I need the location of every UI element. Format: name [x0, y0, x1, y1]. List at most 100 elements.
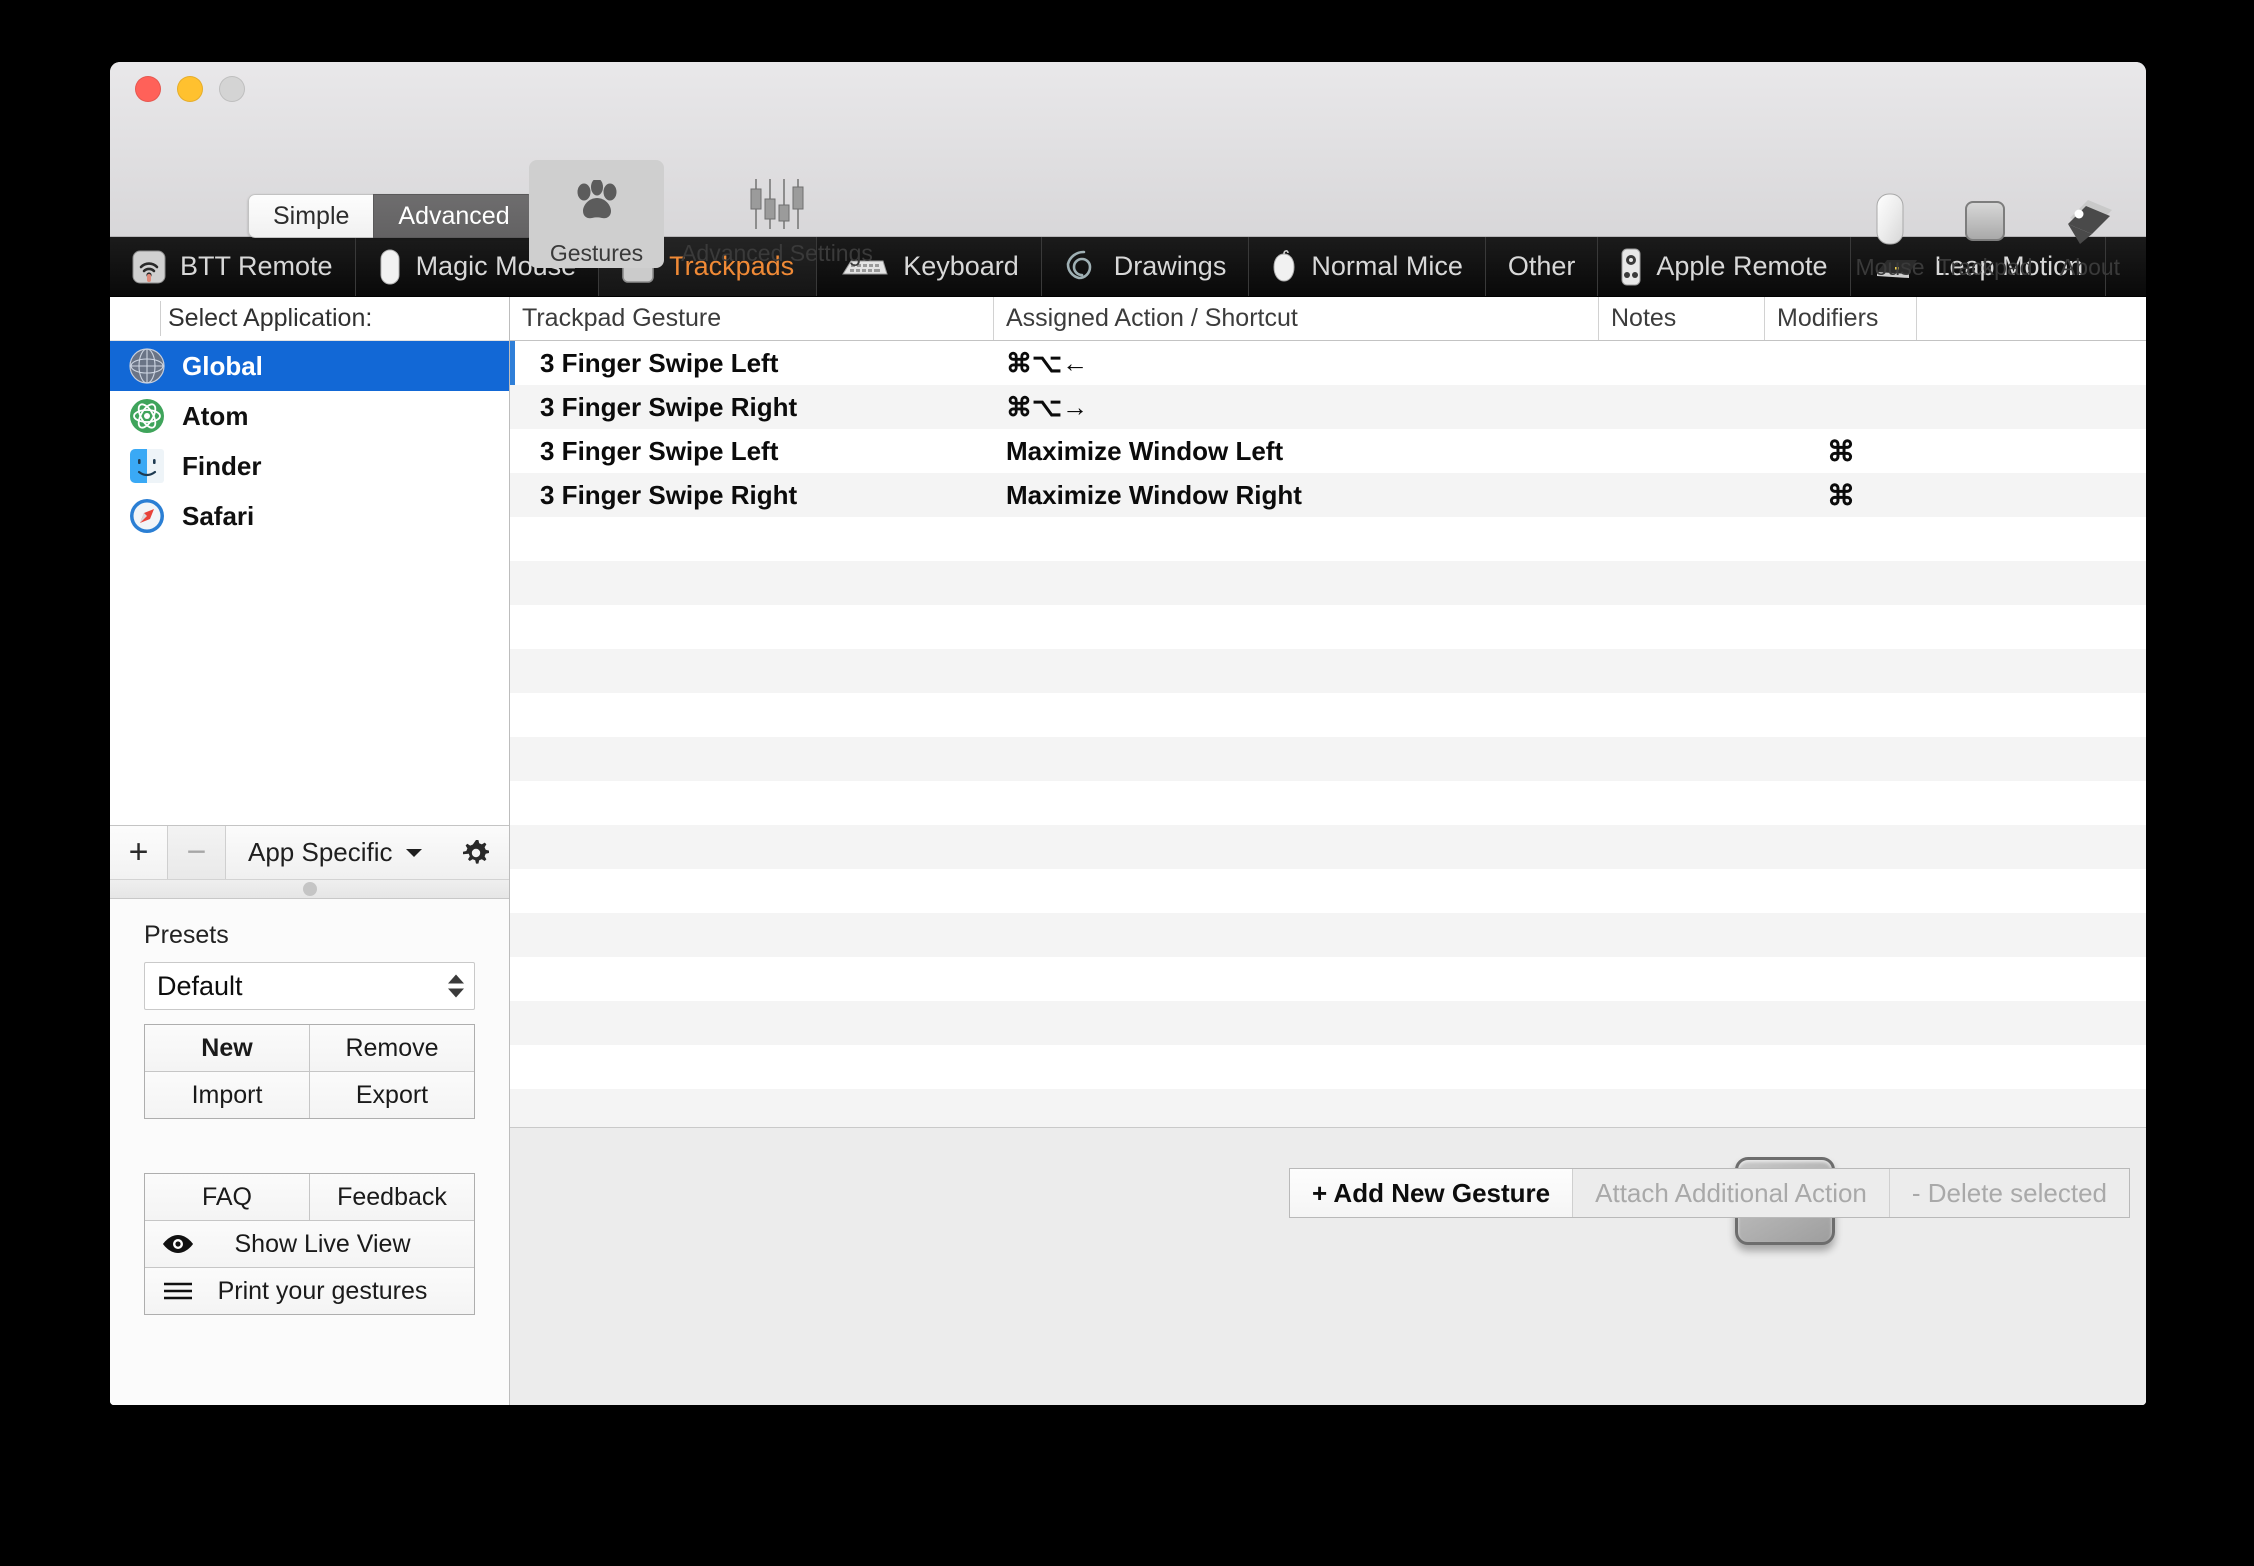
add-new-gesture-button[interactable]: + Add New Gesture: [1289, 1169, 1573, 1217]
cell-notes: [1599, 473, 1765, 517]
magic-mouse-icon: [1870, 184, 1910, 250]
mouse-icon: [1271, 248, 1297, 286]
preset-new-button[interactable]: New: [145, 1025, 309, 1071]
column-header-modifiers[interactable]: Modifiers: [1765, 297, 1917, 340]
preset-remove-button[interactable]: Remove: [309, 1025, 474, 1071]
mode-segmented-control[interactable]: Simple Advanced: [248, 194, 535, 238]
cell-gesture: 3 Finger Swipe Left: [540, 435, 779, 466]
table-row-empty[interactable]: [510, 825, 2146, 869]
sidebar-item-atom[interactable]: Atom: [110, 391, 509, 441]
table-row-empty[interactable]: [510, 1001, 2146, 1045]
scope-dropdown-label: App Specific: [248, 837, 393, 867]
sidebar-item-safari[interactable]: Safari: [110, 491, 509, 541]
cell-extra: [1917, 341, 2146, 385]
cell-modifiers: ⌘: [1827, 435, 1855, 467]
sidebar-panel: Presets Default New Remove Import Export: [110, 899, 509, 1405]
toolbar-item-trackpad-label: Trackpad: [1937, 254, 2033, 280]
table-row-empty[interactable]: [510, 869, 2146, 913]
scope-dropdown[interactable]: App Specific: [226, 826, 443, 879]
table-row-empty[interactable]: [510, 957, 2146, 1001]
presets-select-value: Default: [157, 970, 243, 1001]
sidebar-splitter[interactable]: [110, 879, 509, 899]
cell-modifiers: [1765, 385, 1917, 429]
table-row-empty[interactable]: [510, 517, 2146, 561]
table-body[interactable]: 3 Finger Swipe Left ⌘⌥← 3 Finger Swipe R…: [510, 341, 2146, 1405]
sidebar-item-safari-label: Safari: [182, 500, 255, 531]
toolbar-item-advanced-settings-label: Advanced Settings: [681, 240, 873, 266]
table-row-empty[interactable]: [510, 1045, 2146, 1089]
toolbar-item-news[interactable]: News: [2130, 184, 2146, 281]
toolbar-item-trackpad[interactable]: Trackpad: [1930, 184, 2040, 281]
close-button[interactable]: [135, 76, 161, 102]
table-row-empty[interactable]: [510, 649, 2146, 693]
presets-select[interactable]: Default: [144, 962, 475, 1010]
toolbar-item-mouse-label: Mouse: [1855, 254, 1925, 280]
tab-btt-remote[interactable]: BTT Remote: [110, 237, 356, 296]
column-header-action[interactable]: Assigned Action / Shortcut: [994, 297, 1599, 340]
column-header-extra[interactable]: [1917, 297, 2146, 340]
column-header-notes[interactable]: Notes: [1599, 297, 1765, 340]
sidebar-item-global[interactable]: Global: [110, 341, 509, 391]
spiral-icon: [1064, 249, 1100, 285]
column-header-gesture[interactable]: Trackpad Gesture: [510, 297, 994, 340]
zoom-button[interactable]: [219, 76, 245, 102]
trackpad-icon: [1960, 184, 2010, 250]
table-row[interactable]: 3 Finger Swipe Right ⌘⌥→: [510, 385, 2146, 429]
mode-advanced-button[interactable]: Advanced: [373, 194, 535, 238]
sidebar-toolbar: + − App Specific: [110, 825, 509, 879]
finder-icon: [128, 447, 166, 485]
print-gestures-button[interactable]: Print your gestures: [145, 1268, 474, 1314]
minimize-button[interactable]: [177, 76, 203, 102]
table-row-empty[interactable]: [510, 781, 2146, 825]
tag-icon: [2062, 184, 2118, 250]
toolbar-item-mouse[interactable]: Mouse: [1835, 184, 1945, 281]
app-window: Simple Advanced Gestures Advanced Settin…: [110, 62, 2146, 1405]
show-live-view-button[interactable]: Show Live View: [145, 1221, 474, 1267]
cell-extra: [1917, 429, 2146, 473]
toolbar-item-gestures[interactable]: Gestures: [529, 160, 664, 268]
magic-mouse-icon: [378, 248, 402, 286]
cell-action: ⌘⌥←: [1006, 347, 1088, 378]
tab-btt-remote-label: BTT Remote: [180, 251, 333, 281]
faq-button[interactable]: FAQ: [145, 1174, 309, 1220]
remove-application-button[interactable]: −: [168, 826, 226, 879]
sidebar-item-global-label: Global: [182, 350, 263, 381]
delete-selected-button[interactable]: - Delete selected: [1888, 1169, 2129, 1217]
application-list[interactable]: Global Atom Finder Safari: [110, 341, 509, 825]
presets-title: Presets: [144, 921, 229, 949]
table-row-empty[interactable]: [510, 693, 2146, 737]
splitter-knob[interactable]: [302, 882, 317, 896]
settings-gear-button[interactable]: [443, 826, 509, 879]
attach-additional-action-button[interactable]: Attach Additional Action: [1572, 1169, 1889, 1217]
tab-drawings[interactable]: Drawings: [1042, 237, 1250, 296]
globe-icon: [128, 347, 166, 385]
table-row-empty[interactable]: [510, 605, 2146, 649]
table-row[interactable]: 3 Finger Swipe Left Maximize Window Left…: [510, 429, 2146, 473]
mode-simple-button[interactable]: Simple: [248, 194, 374, 238]
toolbar-item-advanced-settings[interactable]: Advanced Settings: [662, 170, 892, 267]
apple-remote-icon: [1620, 247, 1642, 287]
hamburger-icon: [145, 1280, 211, 1302]
feedback-button[interactable]: Feedback: [309, 1174, 474, 1220]
cell-action: Maximize Window Left: [1006, 435, 1284, 466]
table-row[interactable]: 3 Finger Swipe Left ⌘⌥←: [510, 341, 2146, 385]
table-row-empty[interactable]: [510, 913, 2146, 957]
stepper-arrows-icon[interactable]: [448, 974, 464, 998]
select-application-header: Select Application:: [110, 297, 509, 341]
table-row-empty[interactable]: [510, 561, 2146, 605]
sidebar-item-atom-label: Atom: [182, 400, 249, 431]
tab-apple-remote[interactable]: Apple Remote: [1598, 237, 1851, 296]
cell-action: ⌘⌥→: [1006, 391, 1088, 422]
add-application-button[interactable]: +: [110, 826, 168, 879]
tab-other[interactable]: Other: [1486, 237, 1599, 296]
toolbar-item-about[interactable]: About: [2035, 184, 2145, 281]
cell-notes: [1599, 429, 1765, 473]
preset-export-button[interactable]: Export: [309, 1072, 474, 1118]
tab-normal-mice[interactable]: Normal Mice: [1249, 237, 1486, 296]
cell-extra: [1917, 473, 2146, 517]
preset-import-button[interactable]: Import: [145, 1072, 309, 1118]
print-gestures-label: Print your gestures: [217, 1276, 428, 1305]
table-row-empty[interactable]: [510, 737, 2146, 781]
table-row[interactable]: 3 Finger Swipe Right Maximize Window Rig…: [510, 473, 2146, 517]
sidebar-item-finder[interactable]: Finder: [110, 441, 509, 491]
